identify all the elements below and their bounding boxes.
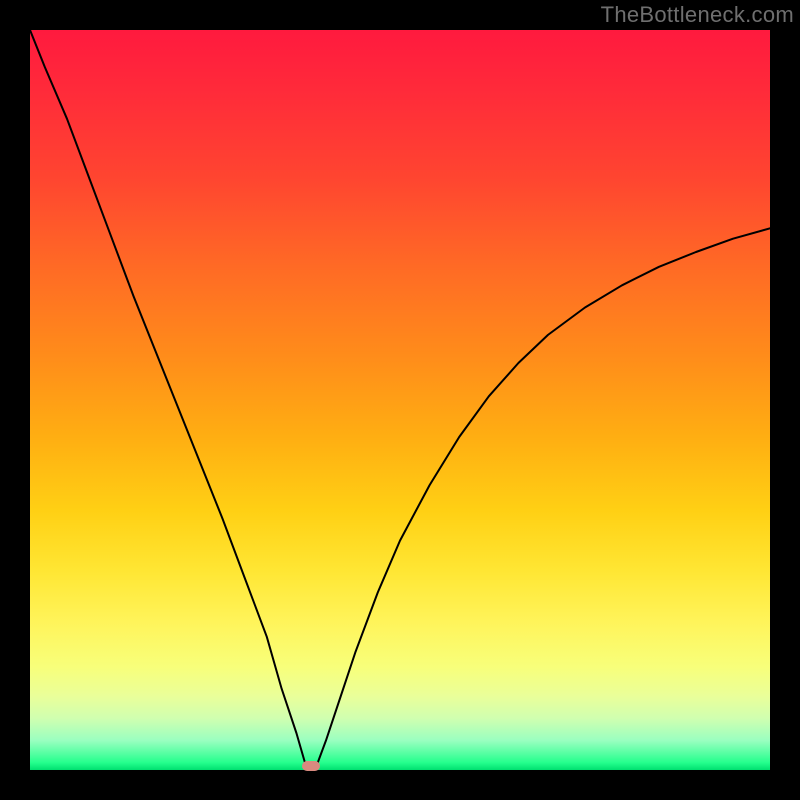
chart-frame: TheBottleneck.com: [0, 0, 800, 800]
curve-right: [316, 228, 770, 766]
plot-area: [30, 30, 770, 770]
watermark-text: TheBottleneck.com: [601, 2, 794, 28]
minimum-marker: [302, 761, 320, 771]
curve-left: [30, 30, 306, 766]
curve-svg: [30, 30, 770, 770]
